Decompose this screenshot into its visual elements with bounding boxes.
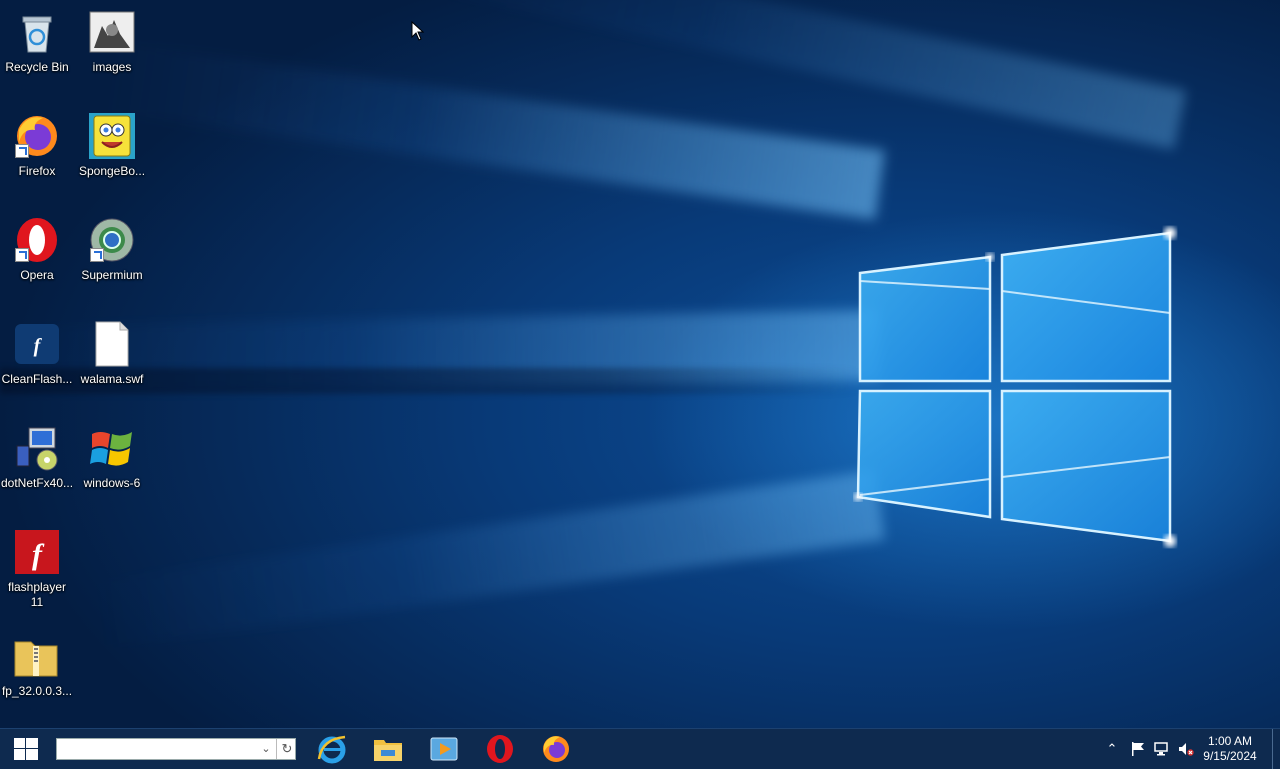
light-beam <box>82 470 885 651</box>
desktop-icon-opera[interactable]: Opera <box>1 210 73 306</box>
image-file-icon <box>88 8 136 56</box>
icon-label: windows-6 <box>83 476 141 490</box>
icon-label: fp_32.0.0.3... <box>1 684 73 698</box>
desktop-icon-cleanflash[interactable]: f CleanFlash... <box>1 314 73 410</box>
supermium-icon <box>88 216 136 264</box>
flash-player-icon: f <box>13 528 61 576</box>
icon-label: Firefox <box>18 164 56 178</box>
firefox-icon <box>13 112 61 160</box>
shortcut-arrow-icon <box>15 144 29 158</box>
desktop-background[interactable]: Recycle Bin images Firefox SpongeBo... O… <box>0 0 1280 728</box>
show-desktop-button[interactable] <box>1272 729 1280 769</box>
firefox-icon <box>543 736 569 762</box>
shortcut-arrow-icon <box>90 248 104 262</box>
desktop-icon-walama-swf[interactable]: walama.swf <box>76 314 148 410</box>
internet-explorer-icon <box>317 735 346 764</box>
icon-label: CleanFlash... <box>1 372 73 386</box>
address-search-box[interactable]: ⌄ ↻ <box>56 738 296 760</box>
recycle-bin-icon <box>13 8 61 56</box>
windows-logo-wallpaper <box>854 227 1176 547</box>
mouse-pointer-icon <box>411 21 425 41</box>
taskbar: ⌄ ↻ ⌃ 1:00 AM 9/15/2024 <box>0 728 1280 769</box>
media-player-icon <box>430 737 458 761</box>
windows-start-icon <box>14 738 38 760</box>
search-input[interactable] <box>57 739 261 759</box>
network-icon[interactable] <box>1154 741 1170 757</box>
desktop-icon-dotnetfx40[interactable]: dotNetFx40... <box>1 418 73 514</box>
taskbar-firefox[interactable] <box>528 729 584 769</box>
icon-label: Opera <box>20 268 54 282</box>
desktop-icon-windows-6[interactable]: windows-6 <box>76 418 148 514</box>
refresh-icon[interactable]: ↻ <box>276 739 297 759</box>
volume-muted-icon[interactable] <box>1178 741 1194 757</box>
opera-icon <box>487 735 513 763</box>
spongebob-image-icon <box>88 112 136 160</box>
taskbar-file-explorer[interactable] <box>360 729 416 769</box>
start-button[interactable] <box>0 729 52 769</box>
folder-icon <box>374 740 402 761</box>
icon-label: Supermium <box>81 268 143 282</box>
taskbar-internet-explorer[interactable] <box>304 729 360 769</box>
desktop-icon-firefox[interactable]: Firefox <box>1 106 73 202</box>
desktop-icon-fp32-zip[interactable]: fp_32.0.0.3... <box>1 626 73 722</box>
icon-label: walama.swf <box>80 372 144 386</box>
zip-folder-icon <box>13 632 61 680</box>
icon-label: flashplayer 11 <box>7 580 67 609</box>
light-beam <box>102 41 885 220</box>
taskbar-clock[interactable]: 1:00 AM 9/15/2024 <box>1194 734 1266 764</box>
shortcut-arrow-icon <box>15 248 29 262</box>
desktop-icon-flashplayer11[interactable]: f flashplayer 11 <box>1 522 73 618</box>
chevron-up-icon[interactable]: ⌃ <box>1104 741 1120 757</box>
taskbar-media-player[interactable] <box>416 729 472 769</box>
installer-icon <box>13 424 61 472</box>
clock-date: 9/15/2024 <box>1203 749 1257 763</box>
clock-time: 1:00 AM <box>1207 734 1253 748</box>
desktop-icon-supermium[interactable]: Supermium <box>76 210 148 306</box>
blank-file-icon <box>88 320 136 368</box>
flash-player-icon: f <box>13 320 61 368</box>
desktop-icon-images[interactable]: images <box>76 2 148 98</box>
chevron-down-icon[interactable]: ⌄ <box>257 739 275 759</box>
action-center-flag-icon[interactable] <box>1130 741 1146 757</box>
icon-label: dotNetFx40... <box>1 476 74 490</box>
desktop-icon-spongebob[interactable]: SpongeBo... <box>76 106 148 202</box>
desktop-icon-recycle-bin[interactable]: Recycle Bin <box>1 2 73 98</box>
taskbar-opera[interactable] <box>472 729 528 769</box>
opera-icon <box>13 216 61 264</box>
windows-flag-icon <box>88 424 136 472</box>
icon-label: SpongeBo... <box>78 164 146 178</box>
icon-label: images <box>92 60 132 74</box>
icon-label: Recycle Bin <box>5 60 69 74</box>
